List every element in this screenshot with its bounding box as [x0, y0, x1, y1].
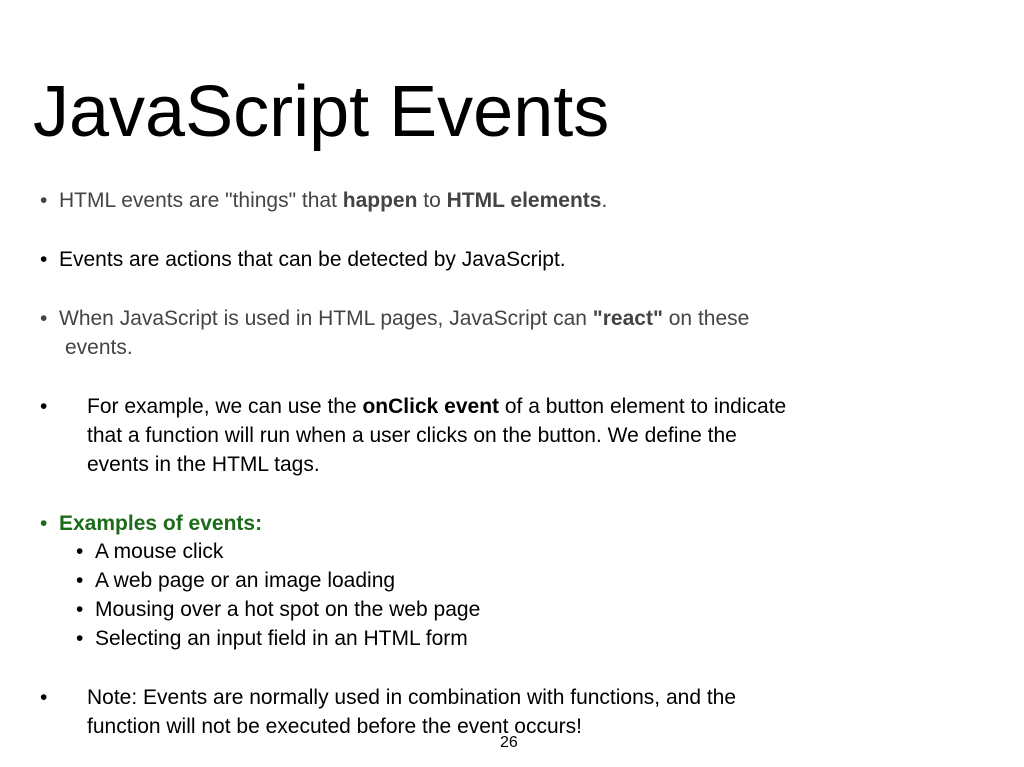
bullet-onclick-line1: For example, we can use the onClick even… [87, 394, 786, 420]
bullet-react-line2: events. [65, 336, 133, 359]
bold-text: "react" [592, 307, 663, 330]
example-item: Selecting an input field in an HTML form [95, 627, 468, 650]
examples-heading-text: Examples of events: [59, 512, 263, 535]
bullet-text: . [601, 189, 608, 212]
page-number: 26 [500, 734, 518, 751]
bold-text: happen [342, 189, 418, 212]
bullet-dot: • [40, 248, 48, 271]
bullet-html-events: HTML events are "things" that happen to … [59, 188, 607, 214]
bullet-dot: • [40, 395, 48, 418]
sub-bullet-dot: • [76, 540, 84, 563]
bullet-onclick-line2: that a function will run when a user cli… [87, 424, 737, 447]
example-item: A mouse click [95, 540, 224, 563]
sub-bullet-dot: • [76, 598, 84, 621]
bullet-text: to [417, 189, 447, 212]
bold-text: onClick event [362, 395, 500, 418]
bullet-text: HTML events are "things" that [59, 189, 343, 212]
bullet-text: on these [662, 307, 750, 330]
sub-bullet-dot: • [76, 569, 84, 592]
bullet-dot: • [40, 307, 48, 330]
bullet-dot: • [40, 189, 48, 212]
bullet-react-line1: When JavaScript is used in HTML pages, J… [59, 306, 749, 332]
bullet-dot: • [40, 512, 48, 535]
bullet-onclick-line3: events in the HTML tags. [87, 453, 320, 476]
example-item: Mousing over a hot spot on the web page [95, 598, 481, 621]
examples-heading: Examples of events: [59, 511, 262, 537]
bullet-text: When JavaScript is used in HTML pages, J… [59, 307, 593, 330]
bullet-events-actions: Events are actions that can be detected … [59, 248, 566, 271]
bullet-note-line1: Note: Events are normally used in combin… [87, 686, 737, 709]
slide-title: JavaScript Events [33, 72, 610, 152]
bold-text: HTML elements [446, 189, 602, 212]
example-item: A web page or an image loading [95, 569, 396, 592]
bullet-text: For example, we can use the [87, 395, 363, 418]
sub-bullet-dot: • [76, 627, 84, 650]
bullet-text: of a button element to indicate [499, 395, 787, 418]
bullet-dot: • [40, 686, 48, 709]
